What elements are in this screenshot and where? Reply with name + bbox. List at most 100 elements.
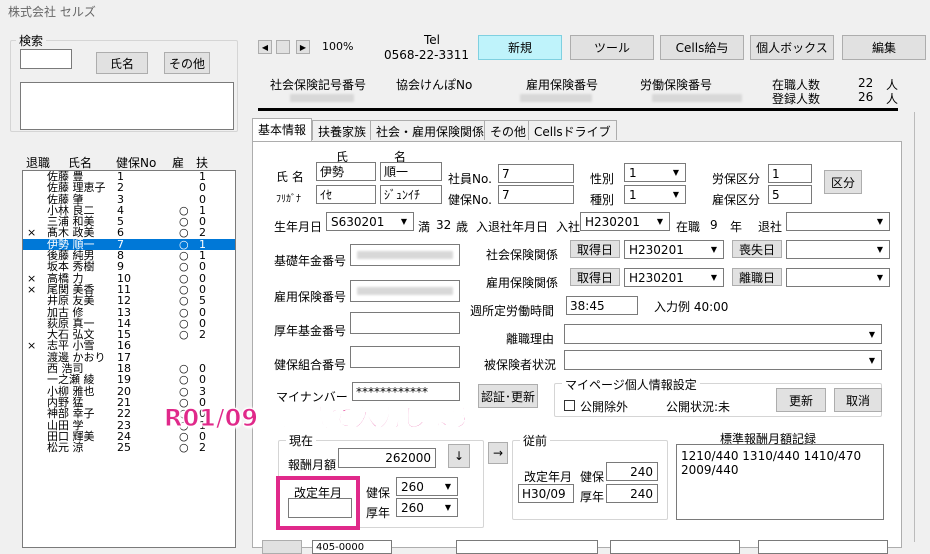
history-box[interactable]: 1210/440 1310/440 1410/470 2009/440 bbox=[676, 444, 884, 520]
leave-date-select[interactable]: ▼ bbox=[786, 212, 890, 231]
list-cell-support: 3 bbox=[199, 384, 206, 398]
search-other-button[interactable]: その他 bbox=[164, 52, 210, 74]
prev-arrow-button[interactable]: ◀ bbox=[258, 40, 272, 54]
work-hours-example: 入力例 40:00 bbox=[654, 300, 729, 314]
social-acquire-select[interactable]: H230201 ▼ bbox=[624, 240, 724, 259]
health-grade-select[interactable]: 260 ▼ bbox=[396, 477, 458, 496]
bottom-select-3[interactable] bbox=[758, 540, 888, 554]
employ-acquire-select[interactable]: H230201 ▼ bbox=[624, 268, 724, 287]
list-item[interactable]: 一之瀬 綾 19 ○ 0 bbox=[23, 374, 235, 385]
list-item[interactable]: 松元 涼 25 ○ 2 bbox=[23, 442, 235, 453]
bottom-zip-field[interactable]: 405-0000 bbox=[312, 540, 392, 554]
prev-pension-field[interactable]: 240 bbox=[606, 484, 658, 503]
mei-field[interactable]: 順一 bbox=[380, 162, 442, 181]
chevron-down-icon: ▼ bbox=[653, 215, 667, 228]
blank-nav-button[interactable] bbox=[276, 40, 290, 54]
labor-class-field[interactable]: 1 bbox=[768, 164, 812, 183]
next-arrow-button[interactable]: ▶ bbox=[296, 40, 310, 54]
social-ins-no-value bbox=[290, 94, 354, 102]
employ-leave-select[interactable]: ▼ bbox=[786, 268, 890, 287]
list-cell-no: 6 bbox=[117, 226, 124, 240]
list-cell-employ: ○ bbox=[179, 328, 189, 342]
monthly-amount-field[interactable]: 262000 bbox=[338, 448, 436, 468]
private-checkbox[interactable] bbox=[564, 400, 575, 411]
chevron-down-icon: ▼ bbox=[865, 353, 879, 367]
list-item[interactable]: 坂本 秀樹 9 ○ 0 bbox=[23, 261, 235, 272]
list-item[interactable]: 佐藤 理恵子 2 0 bbox=[23, 182, 235, 193]
search-input[interactable] bbox=[20, 49, 72, 69]
tool-button[interactable]: ツール bbox=[570, 35, 654, 60]
bottom-left-button[interactable] bbox=[262, 540, 302, 554]
pension-grade-select[interactable]: 260 ▼ bbox=[396, 498, 458, 517]
employee-list[interactable]: 佐藤 豊 1 1 佐藤 理恵子 2 0 佐藤 肇 3 0 小林 良二 4 ○ 1 三浦 和美 5 ○ 0 × 髙木 … bbox=[22, 170, 236, 548]
registered-count-label: 登録人数 bbox=[772, 92, 821, 106]
leave-label: 退社 bbox=[758, 220, 783, 234]
health-union-field[interactable] bbox=[350, 346, 460, 368]
tab-other[interactable]: その他 bbox=[484, 120, 533, 140]
name-label: 氏 名 bbox=[276, 170, 304, 184]
tab-dependents[interactable]: 扶養家族 bbox=[312, 120, 373, 140]
new-button[interactable]: 新規 bbox=[478, 35, 562, 60]
sei-kana-field[interactable]: ｲｾ bbox=[316, 185, 376, 204]
class-button[interactable]: 区分 bbox=[824, 170, 862, 194]
chevron-down-icon: ▼ bbox=[707, 243, 721, 256]
leave-reason-select[interactable]: ▼ bbox=[564, 324, 882, 344]
social-rel-label: 社会保険関係 bbox=[486, 248, 559, 262]
social-loss-button[interactable]: 喪失日 bbox=[732, 240, 782, 258]
right-arrow-button[interactable]: → bbox=[488, 442, 508, 464]
mypage-update-button[interactable]: 更新 bbox=[776, 388, 826, 412]
down-arrow-button[interactable]: ↓ bbox=[448, 444, 470, 468]
list-cell-employ: ○ bbox=[179, 294, 189, 308]
bottom-select-2[interactable] bbox=[610, 540, 740, 554]
chevron-down-icon: ▼ bbox=[441, 501, 455, 514]
employ-ins-no-field[interactable] bbox=[350, 280, 460, 302]
prev-pension-label: 厚年 bbox=[580, 490, 605, 504]
prev-health-field[interactable]: 240 bbox=[606, 462, 658, 481]
age-prefix: 満 bbox=[418, 220, 431, 234]
emp-no-field[interactable]: 7 bbox=[498, 164, 574, 183]
health-union-label: 健保組合番号 bbox=[274, 358, 347, 372]
insured-status-select[interactable]: ▼ bbox=[564, 350, 882, 370]
chevron-down-icon: ▼ bbox=[873, 271, 887, 284]
bottom-select-1[interactable] bbox=[456, 540, 598, 554]
pension-fund-field[interactable] bbox=[350, 312, 460, 334]
mei-kana-field[interactable]: ｼﾞｭﾝｲﾁ bbox=[380, 185, 442, 204]
search-name-button[interactable]: 氏名 bbox=[96, 52, 148, 74]
health-no-field[interactable]: 7 bbox=[498, 185, 574, 204]
list-cell-name: 加古 修 bbox=[47, 305, 84, 319]
edit-button[interactable]: 編集 bbox=[842, 35, 926, 60]
employ-leave-button[interactable]: 離職日 bbox=[732, 268, 782, 286]
social-acquire-button[interactable]: 取得日 bbox=[570, 240, 620, 258]
list-cell-name: 山田 学 bbox=[47, 418, 84, 432]
list-cell-no: 9 bbox=[117, 260, 124, 274]
sei-field[interactable]: 伊勢 bbox=[316, 162, 376, 181]
gender-label: 性別 bbox=[590, 172, 615, 186]
gender-value: 1 bbox=[629, 165, 637, 180]
tab-insurance[interactable]: 社会・雇用保険関係 bbox=[370, 120, 491, 140]
pension-no-field[interactable] bbox=[350, 244, 460, 266]
list-item[interactable]: 井原 友美 12 ○ 5 bbox=[23, 295, 235, 306]
employ-acquire-button[interactable]: 取得日 bbox=[570, 268, 620, 286]
birth-select[interactable]: S630201 ▼ bbox=[326, 212, 414, 231]
tab-basic-info[interactable]: 基本情報 bbox=[252, 118, 313, 142]
mypage-cancel-button[interactable]: 取消 bbox=[834, 388, 882, 412]
kana-label: ﾌﾘｶﾞﾅ bbox=[276, 194, 301, 205]
search-result-box[interactable] bbox=[20, 82, 234, 130]
cells-salary-button[interactable]: Cells給与 bbox=[660, 35, 744, 60]
personal-box-button[interactable]: 個人ボックス bbox=[750, 35, 834, 60]
work-hours-field[interactable]: 38:45 bbox=[566, 296, 638, 315]
employ-class-field[interactable]: 5 bbox=[768, 185, 812, 204]
employ-rel-label: 雇用保険関係 bbox=[486, 276, 559, 290]
list-cell-employ: ○ bbox=[179, 260, 189, 274]
prev-revise-label: 改定年月 bbox=[524, 470, 573, 484]
auth-update-button[interactable]: 認証･更新 bbox=[478, 384, 538, 408]
list-cell-support: 2 bbox=[199, 226, 206, 240]
prev-revise-field[interactable]: H30/09 bbox=[518, 484, 574, 503]
social-loss-select[interactable]: ▼ bbox=[786, 240, 890, 259]
join-date-select[interactable]: H230201 ▼ bbox=[580, 212, 670, 231]
kind-select[interactable]: 1 ▼ bbox=[624, 185, 686, 204]
gender-select[interactable]: 1 ▼ bbox=[624, 163, 686, 182]
list-header-retired: 退職 bbox=[26, 156, 51, 170]
list-cell-employ: ○ bbox=[179, 226, 189, 240]
tab-cells-drive[interactable]: Cellsドライブ bbox=[528, 120, 617, 140]
